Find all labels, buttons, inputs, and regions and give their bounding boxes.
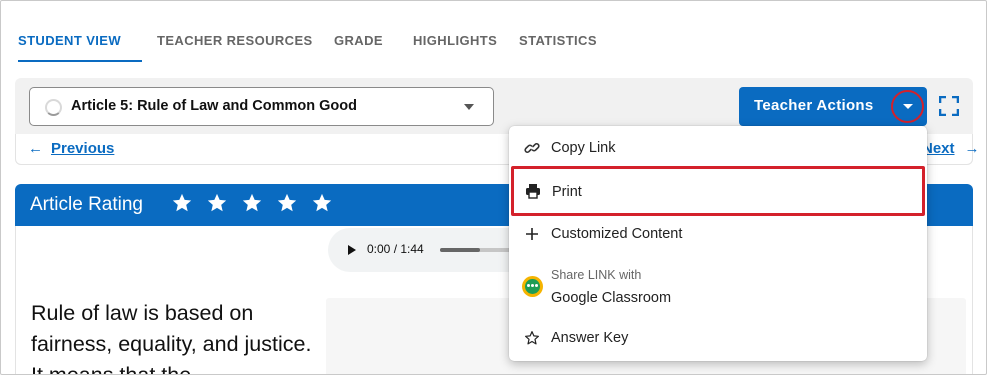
tab-teacher-resources[interactable]: TEACHER RESOURCES (157, 30, 313, 62)
next-link[interactable]: Next → (922, 140, 980, 157)
caret-down-icon (464, 104, 474, 110)
article-select[interactable]: Article 5: Rule of Law and Common Good (29, 87, 494, 126)
plus-icon (526, 228, 538, 240)
teacher-actions-dropdown-toggle[interactable] (891, 90, 924, 123)
menu-item-copy-link[interactable]: Copy Link (509, 134, 927, 164)
customized-content-label: Customized Content (551, 226, 683, 242)
article-body-text: Rule of law is based on fairness, equali… (31, 301, 312, 375)
audio-time: 0:00 / 1:44 (367, 242, 424, 256)
menu-item-answer-key[interactable]: Answer Key (509, 324, 927, 354)
previous-link[interactable]: ← Previous (28, 140, 114, 157)
article-select-value: Article 5: Rule of Law and Common Good (71, 98, 357, 114)
google-classroom-label: Google Classroom (551, 290, 672, 306)
printer-icon (526, 184, 540, 199)
star-icon[interactable] (241, 192, 263, 214)
article-rating-label: Article Rating (30, 194, 143, 215)
teacher-actions-label: Teacher Actions (754, 97, 874, 114)
copy-link-label: Copy Link (551, 140, 616, 156)
fullscreen-icon[interactable] (939, 96, 959, 116)
menu-item-print[interactable]: Print (511, 166, 925, 216)
menu-item-customized-content[interactable]: Customized Content (509, 220, 927, 250)
google-classroom-icon (522, 276, 543, 297)
arrow-right-icon: → (964, 140, 980, 157)
tab-student-view[interactable]: STUDENT VIEW (18, 30, 142, 62)
star-outline-icon (525, 331, 539, 345)
star-icon[interactable] (206, 192, 228, 214)
teacher-actions-button[interactable]: Teacher Actions (739, 87, 927, 126)
loading-spinner-icon (45, 99, 62, 116)
app-frame: STUDENT VIEW TEACHER RESOURCES GRADE HIG… (0, 0, 987, 375)
tab-statistics[interactable]: STATISTICS (519, 30, 597, 62)
star-icon[interactable] (311, 192, 333, 214)
audio-progress-fill (440, 248, 480, 252)
share-caption: Share LINK with (551, 268, 642, 282)
tab-grade[interactable]: GRADE (334, 30, 383, 62)
teacher-actions-menu: Copy Link Print Customized Content Share… (509, 126, 927, 361)
menu-item-google-classroom[interactable]: Share LINK with Google Classroom (509, 262, 927, 312)
star-icon[interactable] (171, 192, 193, 214)
previous-label: Previous (51, 140, 115, 157)
answer-key-label: Answer Key (551, 330, 629, 346)
star-icon[interactable] (276, 192, 298, 214)
tab-highlights[interactable]: HIGHLIGHTS (413, 30, 497, 62)
play-icon[interactable] (348, 245, 356, 255)
link-icon (524, 143, 540, 153)
print-label: Print (552, 184, 582, 200)
arrow-left-icon: ← (28, 140, 43, 157)
